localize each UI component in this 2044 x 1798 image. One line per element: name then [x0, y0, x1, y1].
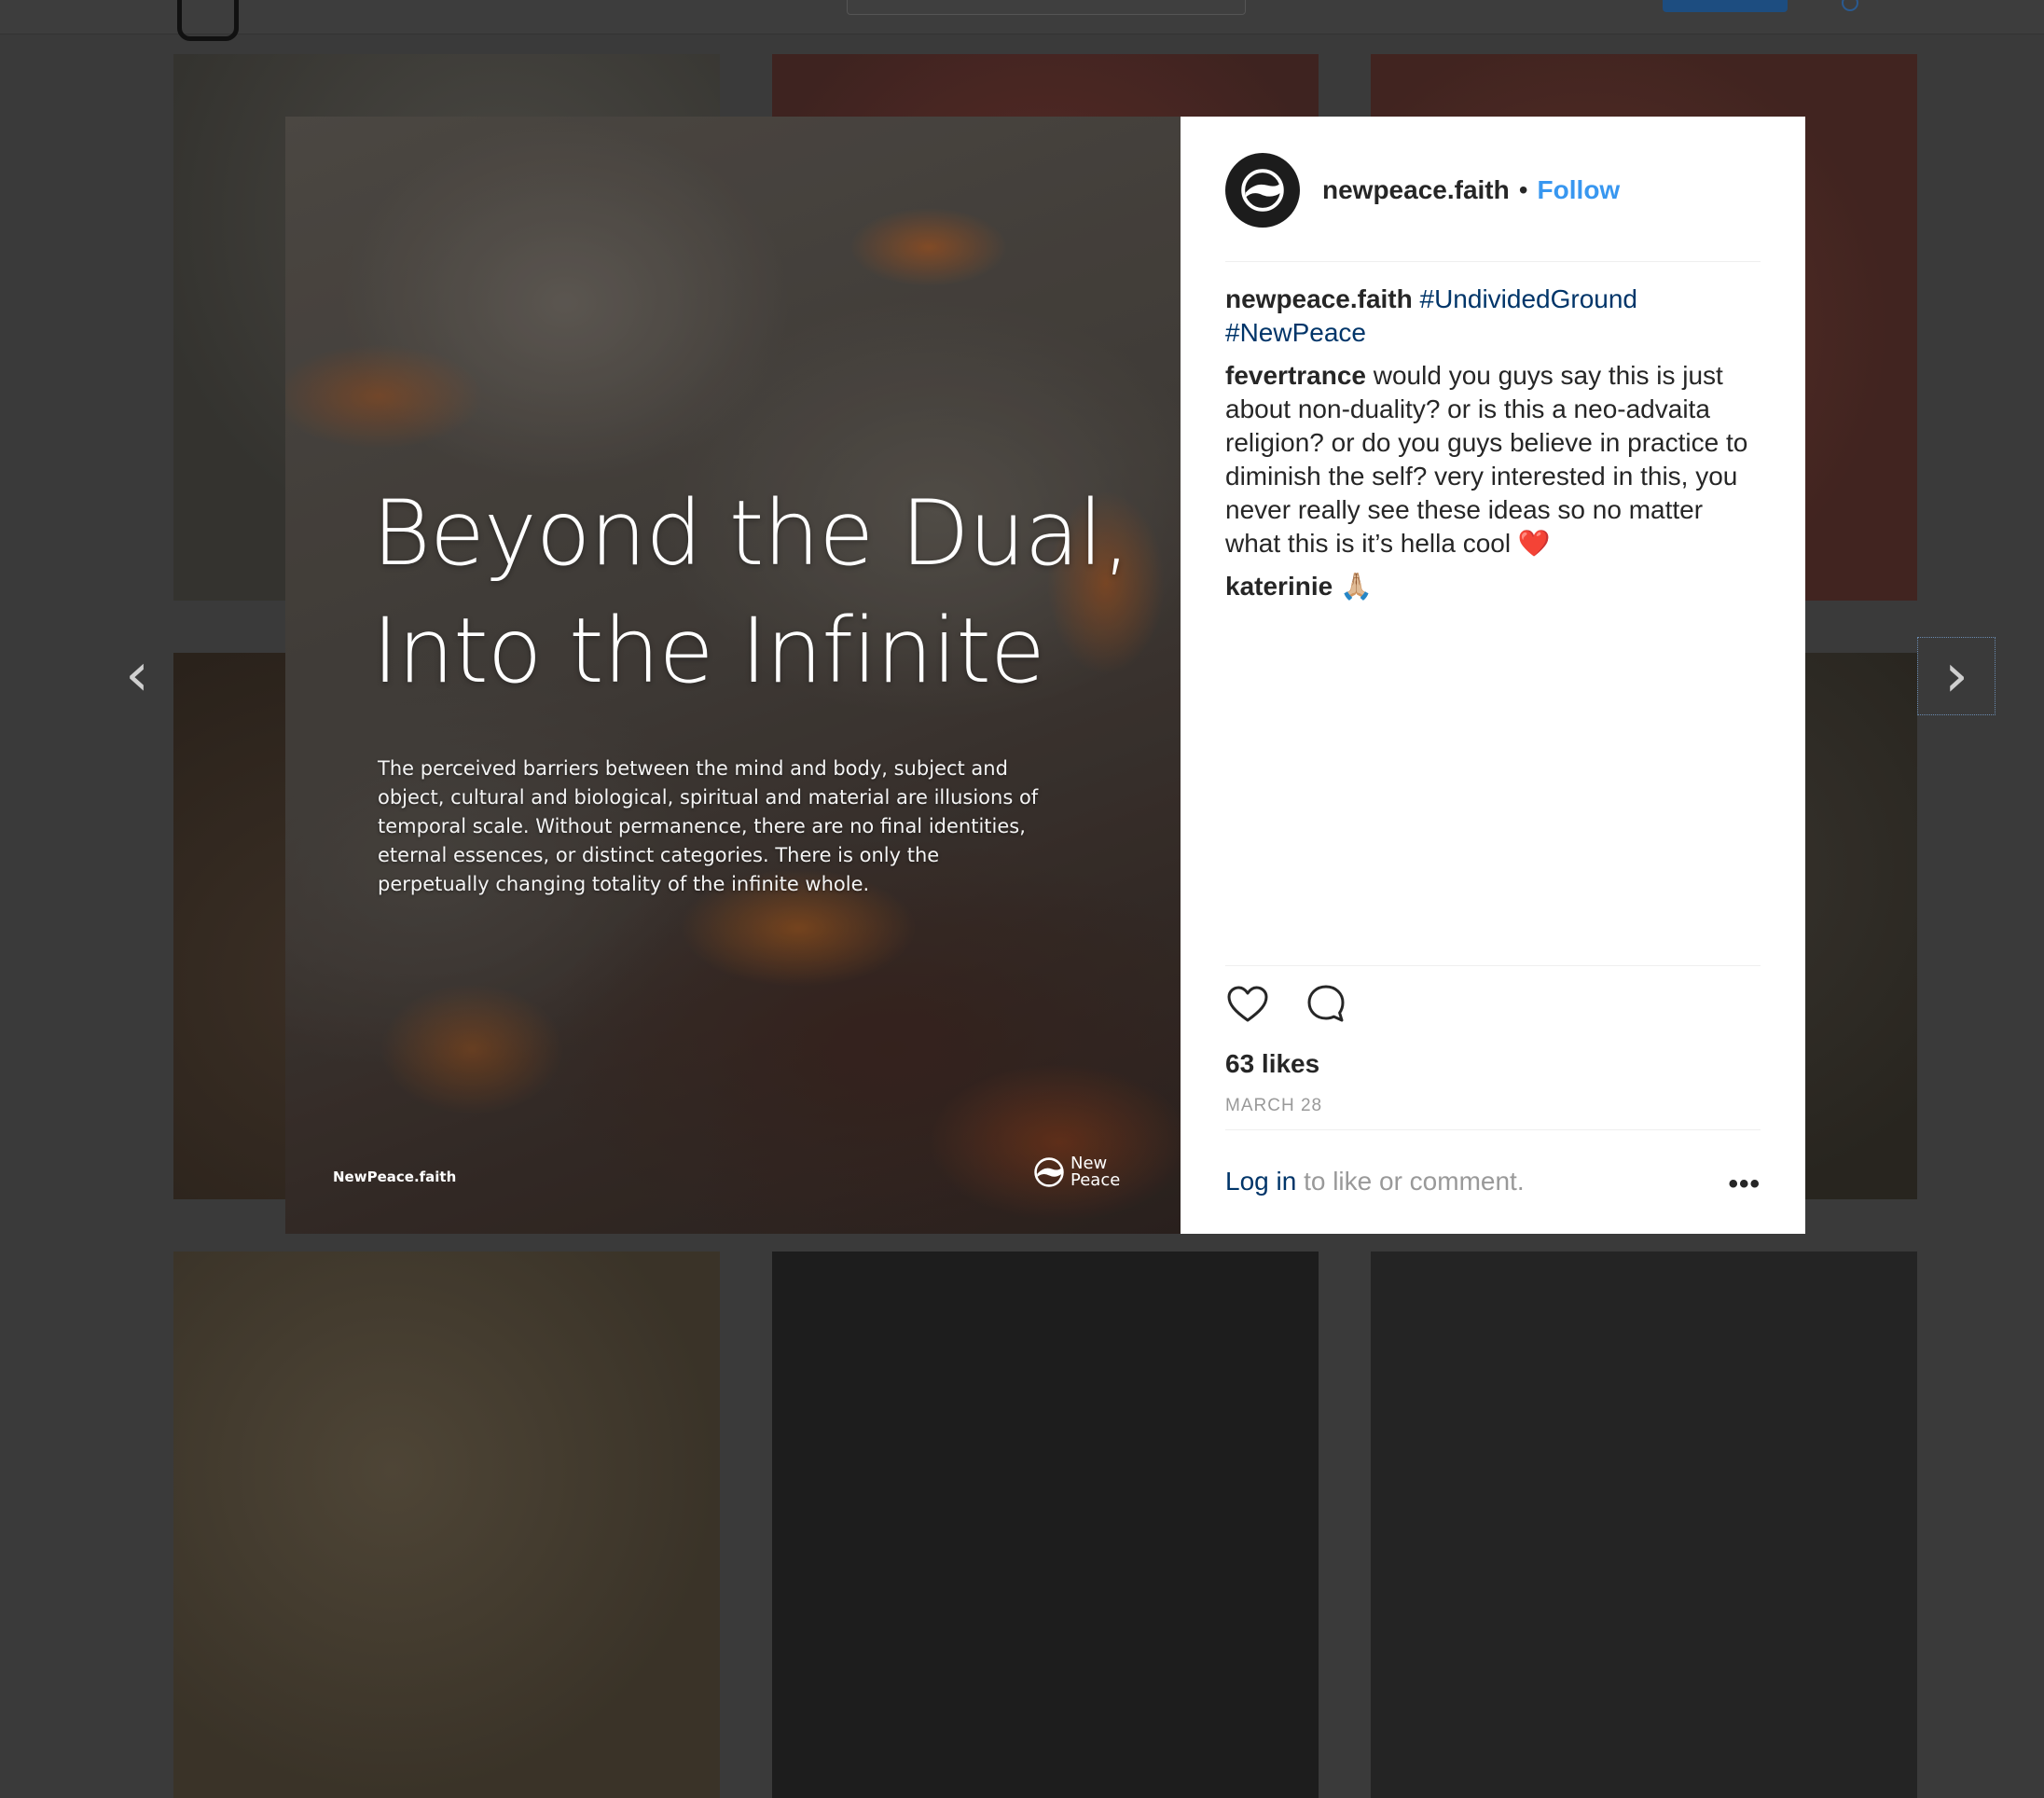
list-item: fevertrance would you guys say this is j…: [1225, 359, 1761, 560]
login-prompt: Log in to like or comment.: [1225, 1167, 1525, 1196]
heart-icon[interactable]: [1225, 982, 1270, 1027]
image-body-text: The perceived barriers between the mind …: [378, 757, 1039, 895]
follow-button[interactable]: Follow: [1538, 175, 1621, 205]
comment-list: newpeace.faith #UndividedGround #NewPeac…: [1225, 283, 1761, 613]
post-image: Beyond the Dual, Into the Infinite The p…: [285, 117, 1181, 1234]
comment-icon[interactable]: [1304, 982, 1348, 1027]
heart-emoji-icon: ❤️: [1517, 529, 1551, 558]
caption-author[interactable]: newpeace.faith: [1225, 284, 1413, 313]
divider: [1225, 1129, 1761, 1130]
header-separator: •: [1518, 175, 1528, 204]
post-actions: [1225, 982, 1348, 1027]
image-brand-mark: New Peace: [1033, 1155, 1120, 1189]
divider: [1225, 965, 1761, 966]
background-icon: [1842, 0, 1858, 11]
header-username[interactable]: newpeace.faith: [1322, 175, 1510, 205]
grid-tile: [772, 1252, 1319, 1798]
background-header: [0, 0, 2044, 41]
comment-author[interactable]: fevertrance: [1225, 361, 1366, 390]
more-options-button[interactable]: •••: [1728, 1169, 1761, 1200]
list-item: katerinie 🙏🏼: [1225, 570, 1761, 603]
post-sidebar: newpeace.faith • Follow newpeace.faith #…: [1181, 117, 1805, 1234]
hashtag-link[interactable]: #UndividedGround: [1420, 284, 1638, 313]
background-search-input: [847, 0, 1246, 15]
caption: newpeace.faith #UndividedGround #NewPeac…: [1225, 283, 1761, 350]
like-count[interactable]: 63 likes: [1225, 1049, 1319, 1079]
image-site-mark: NewPeace.faith: [333, 1169, 457, 1185]
chevron-right-icon: ›: [1944, 642, 1968, 711]
image-headline: Beyond the Dual, Into the Infinite: [372, 481, 1131, 703]
avatar[interactable]: [1225, 153, 1300, 228]
comment-text: would you guys say this is just about no…: [1225, 361, 1748, 558]
brand-logo-icon: [1241, 169, 1284, 212]
background-button: [1663, 0, 1788, 12]
praying-hands-emoji-icon: 🙏🏼: [1339, 572, 1373, 601]
login-link[interactable]: Log in: [1225, 1167, 1296, 1196]
post-header: newpeace.faith • Follow: [1225, 152, 1761, 228]
chevron-left-icon: ‹: [125, 641, 149, 710]
hashtag-link[interactable]: #NewPeace: [1225, 318, 1366, 347]
grid-tile: [173, 1252, 720, 1798]
previous-post-button[interactable]: ‹: [99, 637, 175, 713]
brand-logo-icon: [1034, 1157, 1064, 1187]
post-date: MARCH 28: [1225, 1096, 1323, 1115]
next-post-button[interactable]: ›: [1917, 637, 1996, 715]
comment-author[interactable]: katerinie: [1225, 572, 1333, 601]
grid-tile: [1371, 1252, 1917, 1798]
login-prompt-text: to like or comment.: [1296, 1167, 1525, 1196]
instagram-logo-icon: [177, 0, 239, 41]
divider: [1225, 261, 1761, 262]
post-modal: Beyond the Dual, Into the Infinite The p…: [285, 117, 1805, 1234]
